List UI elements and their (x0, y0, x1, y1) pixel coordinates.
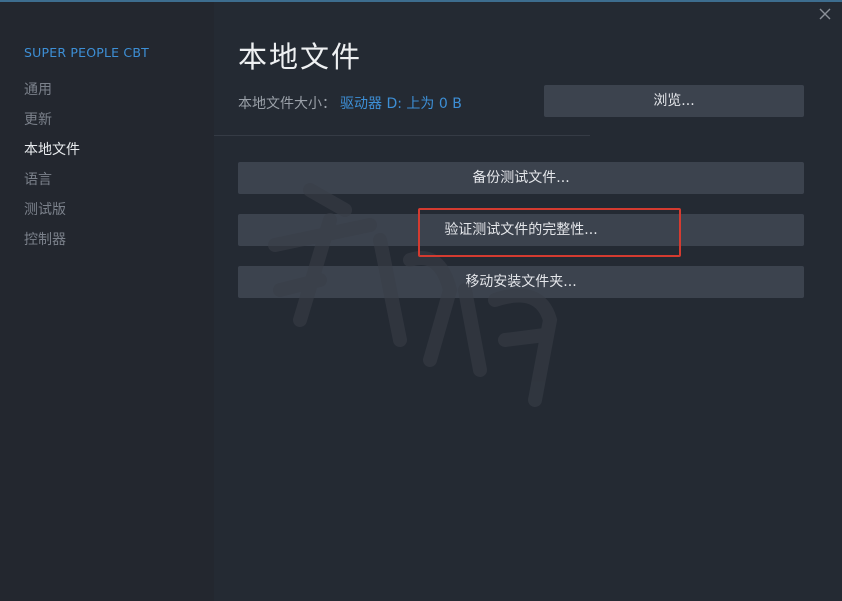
sidebar: SUPER PEOPLE CBT 通用 更新 本地文件 语言 测试版 控制器 (0, 2, 214, 601)
backup-files-button[interactable]: 备份测试文件... (238, 162, 804, 194)
close-icon (819, 8, 831, 20)
sidebar-item-local-files[interactable]: 本地文件 (24, 140, 80, 170)
close-button[interactable] (816, 5, 834, 23)
page-title: 本地文件 (238, 40, 363, 74)
main-panel: 本地文件 本地文件大小： 驱动器 D: 上为 0 B 浏览... 备份测试文件..… (214, 2, 842, 601)
verify-integrity-button[interactable]: 验证测试文件的完整性... (238, 214, 804, 246)
game-title: SUPER PEOPLE CBT (24, 45, 149, 60)
move-install-folder-button[interactable]: 移动安装文件夹... (238, 266, 804, 298)
sidebar-item-controller[interactable]: 控制器 (24, 230, 80, 260)
sidebar-item-betas[interactable]: 测试版 (24, 200, 80, 230)
sidebar-item-updates[interactable]: 更新 (24, 110, 80, 140)
sidebar-nav: 通用 更新 本地文件 语言 测试版 控制器 (24, 80, 80, 260)
sidebar-item-language[interactable]: 语言 (24, 170, 80, 200)
size-value: 驱动器 D: 上为 0 B (340, 96, 462, 112)
divider (214, 135, 590, 136)
size-label: 本地文件大小： (238, 96, 336, 112)
local-file-size: 本地文件大小： 驱动器 D: 上为 0 B (238, 93, 462, 113)
sidebar-item-general[interactable]: 通用 (24, 80, 80, 110)
browse-button[interactable]: 浏览... (544, 85, 804, 117)
